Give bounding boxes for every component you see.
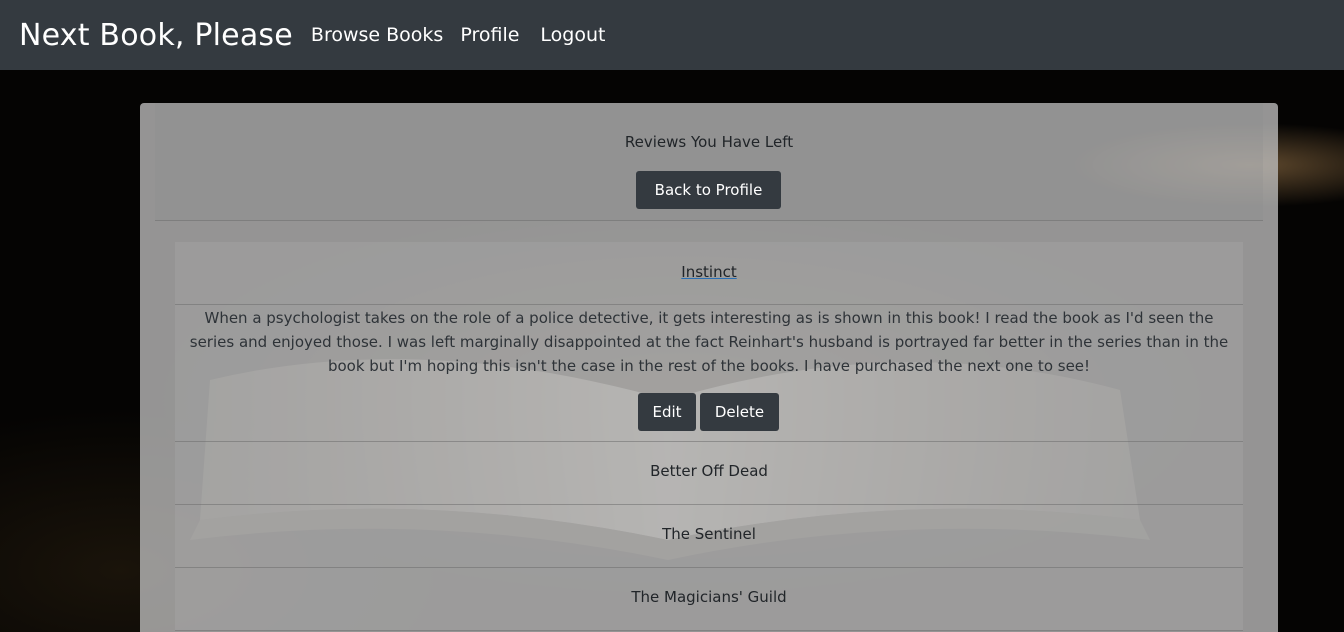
nav-logout[interactable]: Logout bbox=[540, 24, 605, 46]
top-navbar: Next Book, Please Browse Books Profile L… bbox=[0, 0, 1344, 70]
delete-review-button[interactable]: Delete bbox=[700, 393, 779, 431]
reviews-card: Reviews You Have Left Back to Profile In… bbox=[140, 103, 1278, 632]
edit-review-button[interactable]: Edit bbox=[638, 393, 696, 431]
page-title: Reviews You Have Left bbox=[624, 133, 794, 151]
review-item[interactable]: The Magicians' Guild bbox=[175, 568, 1243, 631]
review-item-expanded: Instinct When a psychologist takes on th… bbox=[175, 242, 1243, 442]
review-title[interactable]: The Sentinel bbox=[175, 525, 1243, 543]
review-header: Instinct bbox=[175, 242, 1243, 305]
nav-browse-books[interactable]: Browse Books bbox=[311, 24, 443, 46]
review-text: When a psychologist takes on the role of… bbox=[189, 309, 1229, 375]
review-title[interactable]: The Magicians' Guild bbox=[175, 588, 1243, 606]
reviews-card-header: Reviews You Have Left Back to Profile bbox=[155, 103, 1263, 221]
review-item[interactable]: Better Off Dead bbox=[175, 442, 1243, 505]
back-to-profile-button[interactable]: Back to Profile bbox=[636, 171, 781, 209]
brand-logo-text[interactable]: Next Book, Please bbox=[19, 18, 293, 53]
review-item[interactable]: The Sentinel bbox=[175, 505, 1243, 568]
review-title[interactable]: Better Off Dead bbox=[175, 462, 1243, 480]
nav-profile[interactable]: Profile bbox=[460, 24, 519, 46]
review-title-link[interactable]: Instinct bbox=[175, 263, 1243, 281]
